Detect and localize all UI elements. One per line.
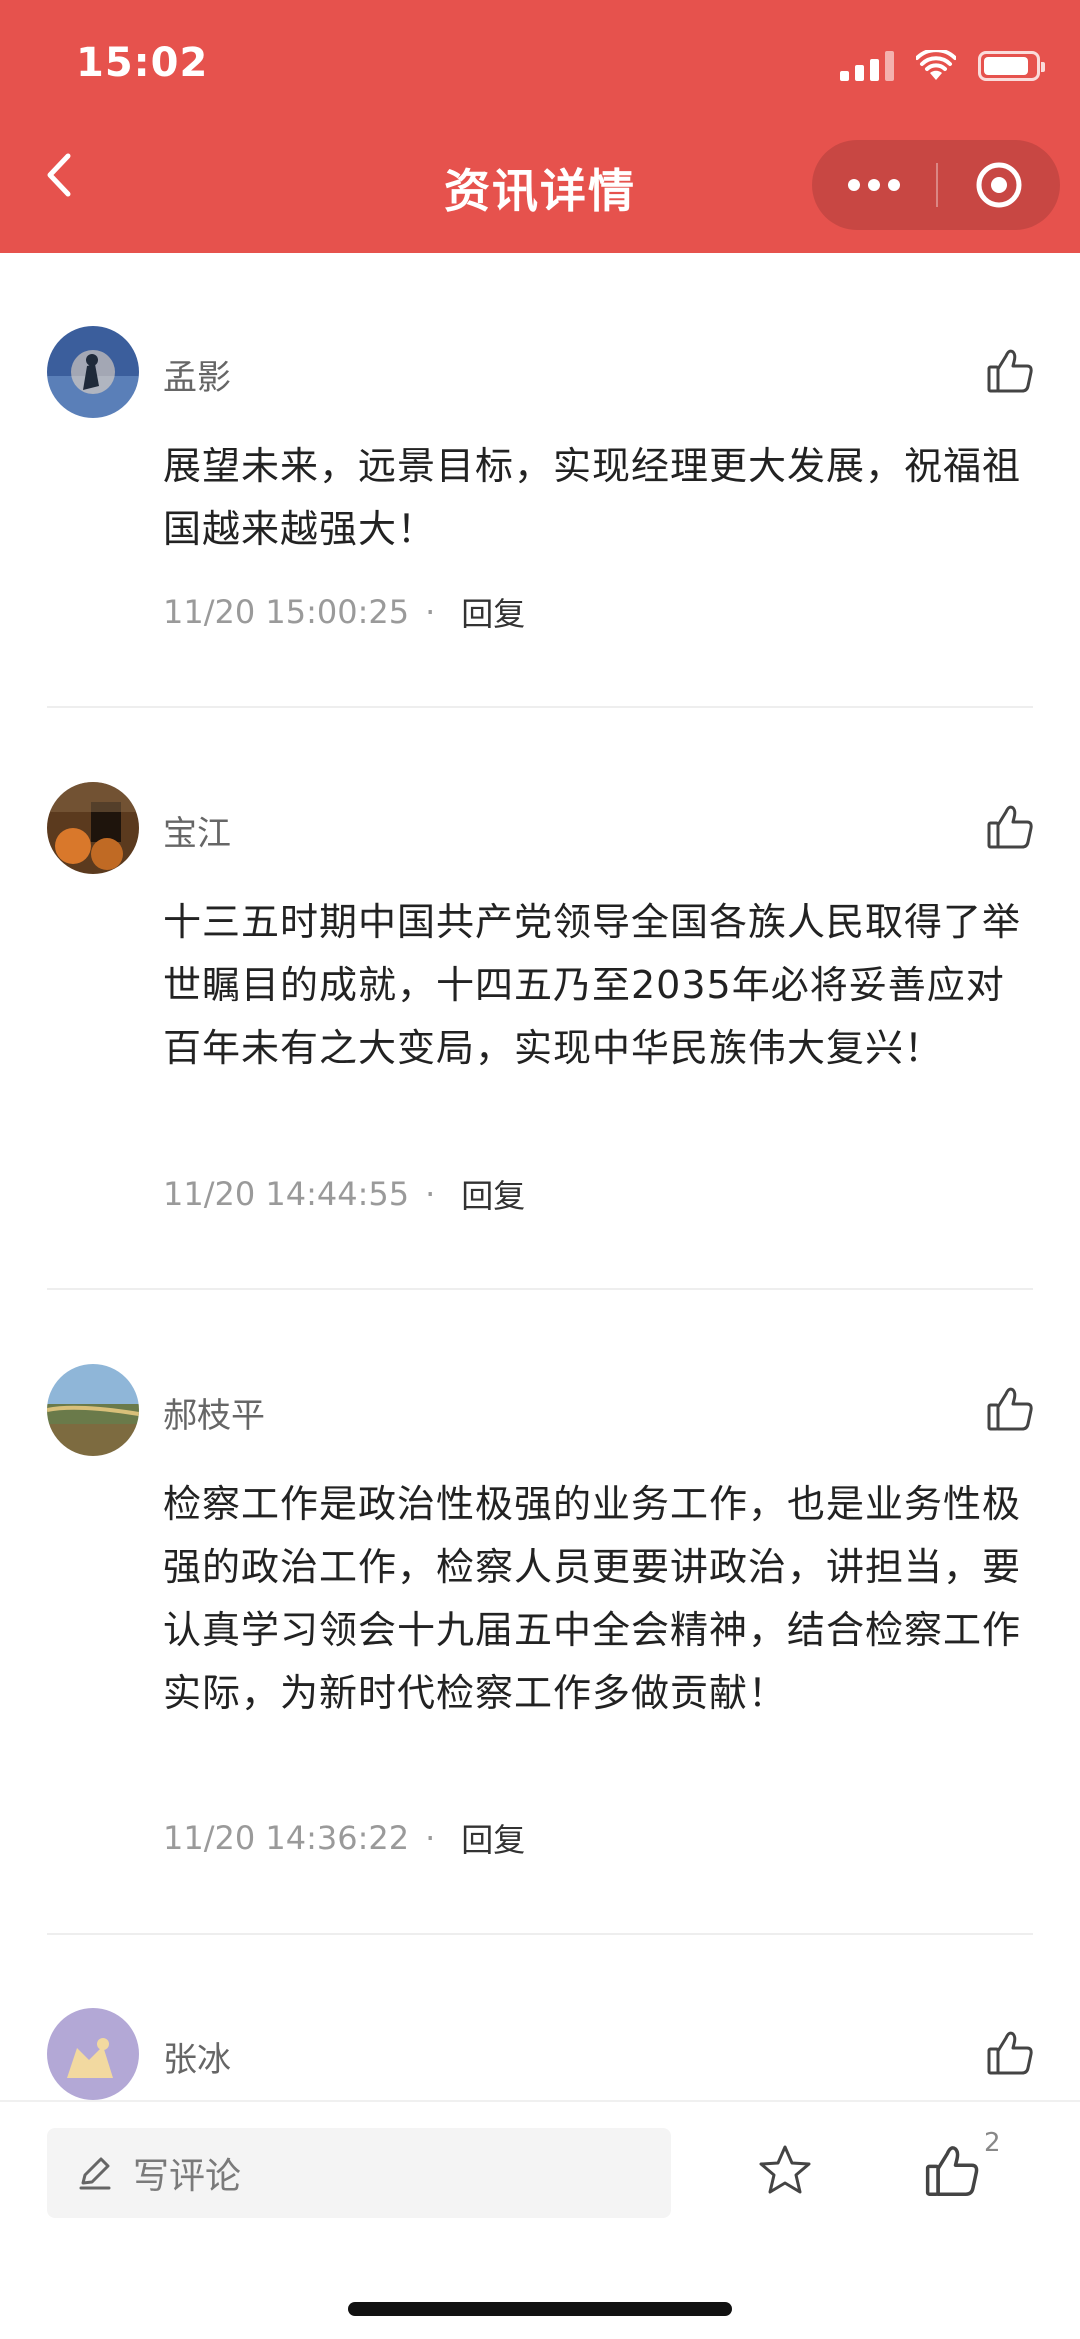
status-time: 15:02 <box>76 40 209 86</box>
comment-author: 张冰 <box>163 2040 231 2080</box>
like-icon[interactable] <box>985 346 1035 396</box>
meta-separator: · <box>425 1175 436 1213</box>
divider <box>47 1288 1033 1290</box>
status-icons <box>840 46 1045 86</box>
home-indicator <box>348 2302 732 2316</box>
divider <box>47 1933 1033 1935</box>
meta-separator: · <box>425 593 436 631</box>
comment-author: 孟影 <box>163 358 231 398</box>
comment-text: 检察工作是政治性极强的业务工作，也是业务性极强的政治工作，检察人员更要讲政治，讲… <box>163 1482 1022 1715</box>
like-count: 2 <box>984 2128 1001 2158</box>
divider <box>47 706 1033 708</box>
avatar[interactable] <box>47 326 139 418</box>
screen: 15:02 资讯详情 孟影 展望未来，远景目标，实现经理更大发展，祝福祖国越来越… <box>0 0 1080 2339</box>
comment-time: 11/20 14:36:22 <box>163 1819 410 1857</box>
comment-author: 郝枝平 <box>163 1396 265 1436</box>
wifi-icon <box>916 50 956 80</box>
like-icon[interactable] <box>985 1384 1035 1434</box>
comment-time: 11/20 15:00:25 <box>163 593 410 631</box>
more-icon[interactable] <box>812 140 936 230</box>
capsule-menu <box>812 140 1060 230</box>
comment-input[interactable]: 写评论 <box>47 2128 671 2218</box>
comment-meta: 11/20 14:36:22 · 回复 <box>163 1815 525 1861</box>
avatar[interactable] <box>47 1364 139 1456</box>
like-icon[interactable] <box>985 2028 1035 2078</box>
header: 15:02 资讯详情 <box>0 0 1080 253</box>
meta-separator: · <box>425 1819 436 1857</box>
avatar[interactable] <box>47 782 139 874</box>
comment-text: 展望未来，远景目标，实现经理更大发展，祝福祖国越来越强大！ <box>163 444 1022 551</box>
signal-icon <box>840 51 894 81</box>
comment-meta: 11/20 15:00:25 · 回复 <box>163 589 525 635</box>
avatar[interactable] <box>47 2008 139 2100</box>
comment-placeholder: 写评论 <box>133 2156 242 2197</box>
battery-icon <box>978 51 1045 81</box>
like-icon[interactable] <box>923 2142 981 2200</box>
comment-text: 十三五时期中国共产党领导全国各族人民取得了举世瞩目的成就，十四五乃至2035年必… <box>163 900 1022 1070</box>
star-icon[interactable] <box>756 2142 814 2200</box>
comment-time: 11/20 14:44:55 <box>163 1175 410 1213</box>
pen-icon <box>79 2157 111 2190</box>
reply-button[interactable]: 回复 <box>461 1171 525 1217</box>
like-icon[interactable] <box>985 802 1035 852</box>
reply-button[interactable]: 回复 <box>461 1815 525 1861</box>
reply-button[interactable]: 回复 <box>461 589 525 635</box>
comment-author: 宝江 <box>163 814 231 854</box>
target-icon[interactable] <box>938 140 1060 230</box>
comment-meta: 11/20 14:44:55 · 回复 <box>163 1171 525 1217</box>
